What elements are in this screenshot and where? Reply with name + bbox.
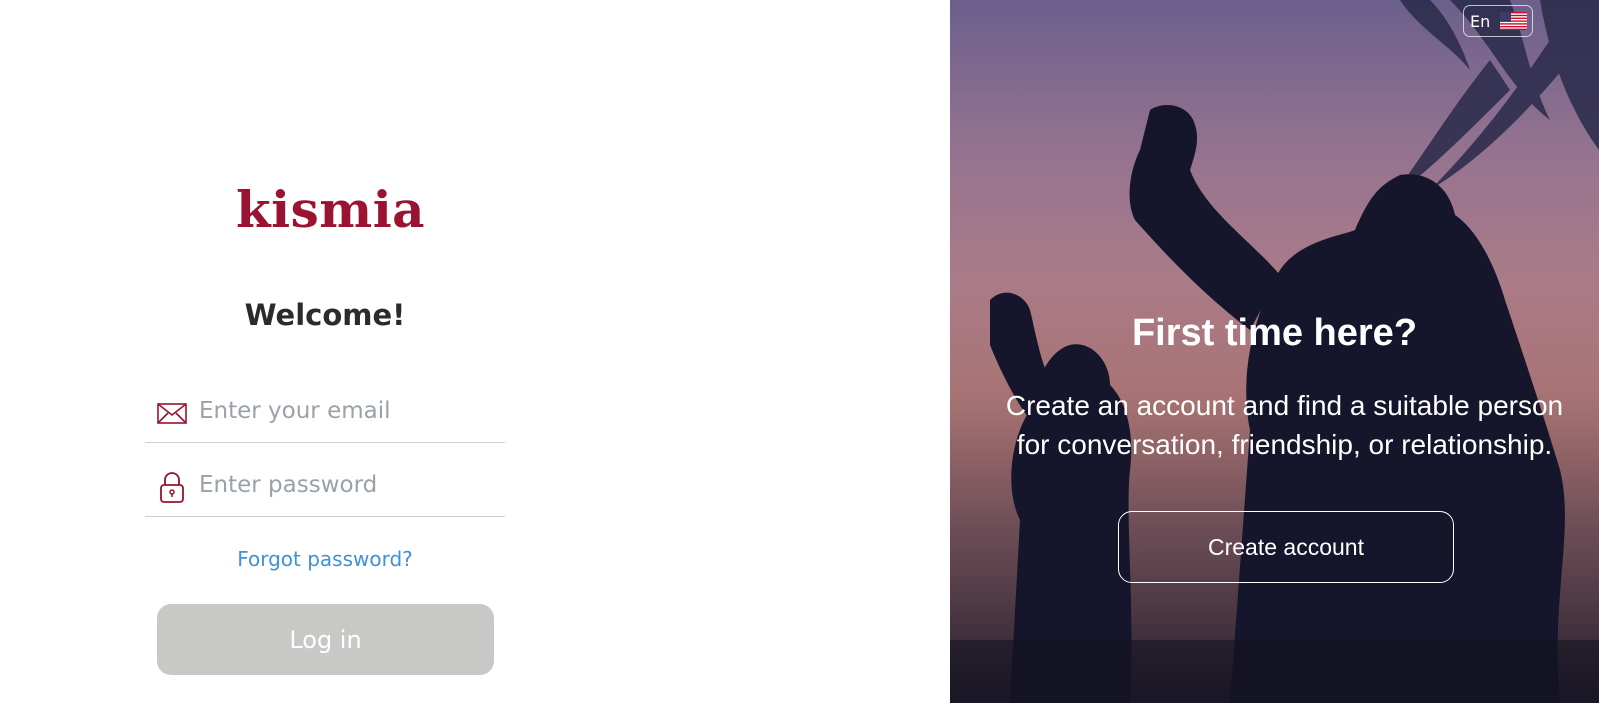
language-selector[interactable]: En: [1463, 5, 1533, 37]
signup-panel: En First time here? Create an account an…: [950, 0, 1599, 703]
forgot-password-link[interactable]: Forgot password?: [145, 547, 505, 571]
kismia-logo: kismia: [236, 180, 426, 239]
signup-description-line-1: Create an account and find a suitable pe…: [1005, 390, 1564, 421]
lock-icon: [160, 472, 184, 503]
password-input[interactable]: [199, 466, 499, 504]
login-panel: kismia Welcome! Forgot password? Log in: [0, 0, 950, 703]
us-flag-icon: [1500, 12, 1528, 30]
envelope-icon: [157, 403, 187, 424]
create-account-button[interactable]: Create account: [1118, 511, 1454, 583]
first-time-heading: First time here?: [1131, 312, 1418, 354]
login-button[interactable]: Log in: [157, 604, 494, 675]
signup-description: Create an account and find a suitable pe…: [970, 386, 1599, 464]
welcome-heading: Welcome!: [244, 298, 406, 332]
signup-description-line-2: for conversation, friendship, or relatio…: [1016, 429, 1553, 460]
password-field: [145, 458, 505, 517]
email-input[interactable]: [199, 392, 499, 430]
language-code: En: [1470, 11, 1491, 31]
email-field: [145, 384, 505, 443]
